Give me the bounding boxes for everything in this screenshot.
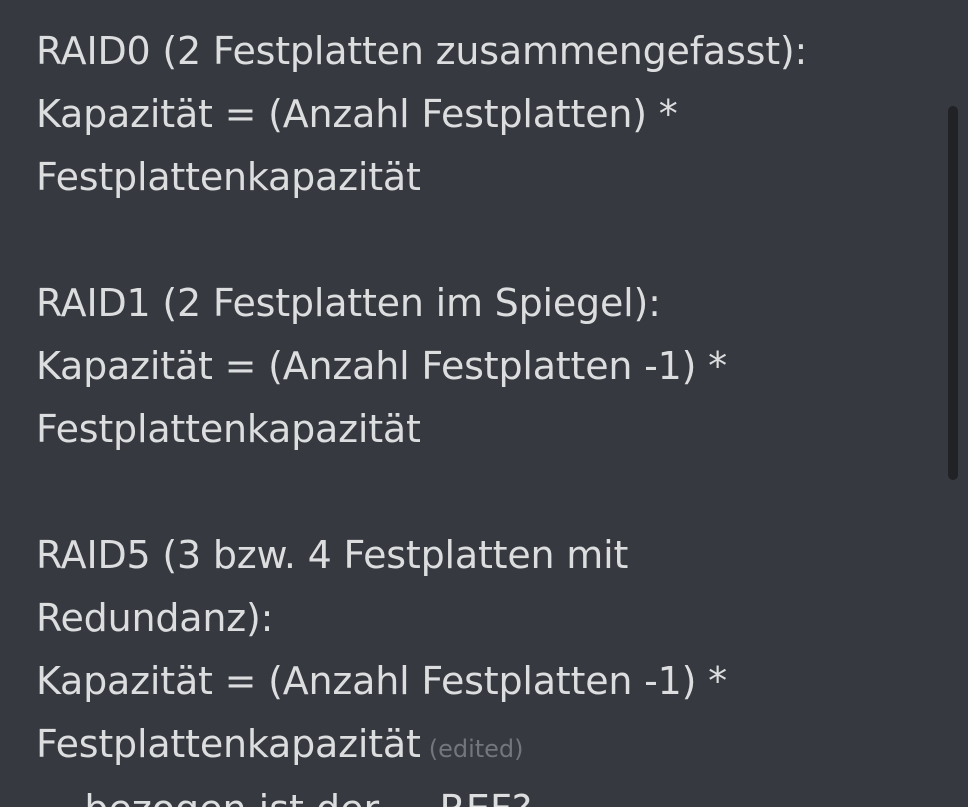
raid5-unit-line: Festplattenkapazität (edited) (36, 713, 936, 776)
chat-message: RAID0 (2 Festplatten zusammengefasst): K… (36, 20, 936, 776)
raid0-formula: Kapazität = (Anzahl Festplatten) * (36, 92, 678, 136)
raid1-formula: Kapazität = (Anzahl Festplatten -1) * (36, 344, 727, 388)
next-message-partial: ... bezogen ist der ... REF? (36, 778, 936, 807)
raid5-title-line2: Redundanz): (36, 596, 274, 640)
raid0-unit: Festplattenkapazität (36, 155, 421, 199)
raid1-unit: Festplattenkapazität (36, 407, 421, 451)
raid5-unit: Festplattenkapazität (36, 722, 421, 766)
raid0-title: RAID0 (2 Festplatten zusammengefasst): (36, 29, 808, 73)
scrollbar-thumb[interactable] (948, 106, 958, 480)
raid1-title: RAID1 (2 Festplatten im Spiegel): (36, 281, 661, 325)
chat-viewport: RAID0 (2 Festplatten zusammengefasst): K… (0, 0, 968, 807)
raid5-formula: Kapazität = (Anzahl Festplatten -1) * (36, 659, 727, 703)
edited-label: (edited) (428, 735, 524, 763)
raid5-title-line1: RAID5 (3 bzw. 4 Festplatten mit (36, 533, 629, 577)
